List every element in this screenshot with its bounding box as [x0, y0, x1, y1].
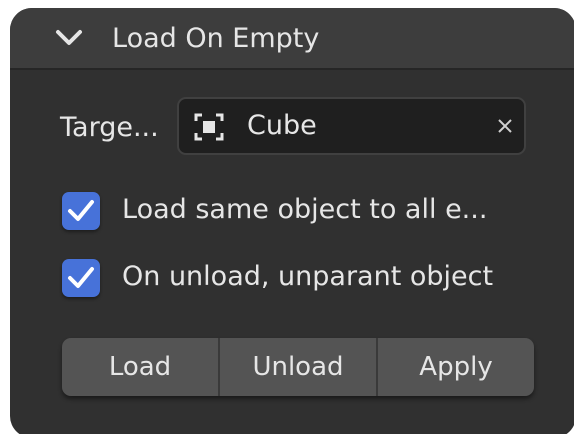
- action-button-group: Load Unload Apply: [62, 338, 534, 396]
- target-value: Cube: [247, 110, 317, 141]
- load-same-object-option[interactable]: Load same object to all e...: [62, 192, 522, 230]
- target-label: Targe...: [60, 112, 159, 143]
- unparent-on-unload-checkbox[interactable]: [62, 259, 100, 297]
- target-object-field[interactable]: Cube: [177, 97, 526, 155]
- panel-title: Load On Empty: [112, 23, 320, 54]
- unparent-on-unload-label: On unload, unparant object: [122, 261, 494, 292]
- unload-button[interactable]: Unload: [220, 338, 378, 396]
- load-same-object-label: Load same object to all e...: [122, 194, 488, 225]
- object-icon: [194, 113, 224, 141]
- load-button[interactable]: Load: [62, 338, 220, 396]
- checkmark-icon: [68, 267, 94, 288]
- load-on-empty-panel: Load On Empty Targe... Cube Load same ob…: [10, 8, 574, 434]
- unparent-on-unload-option[interactable]: On unload, unparant object: [62, 259, 522, 297]
- panel-header[interactable]: Load On Empty: [10, 8, 574, 70]
- apply-button[interactable]: Apply: [378, 338, 534, 396]
- checkmark-icon: [68, 200, 94, 221]
- load-same-object-checkbox[interactable]: [62, 192, 100, 230]
- close-icon[interactable]: [497, 118, 513, 134]
- chevron-down-icon[interactable]: [54, 26, 84, 50]
